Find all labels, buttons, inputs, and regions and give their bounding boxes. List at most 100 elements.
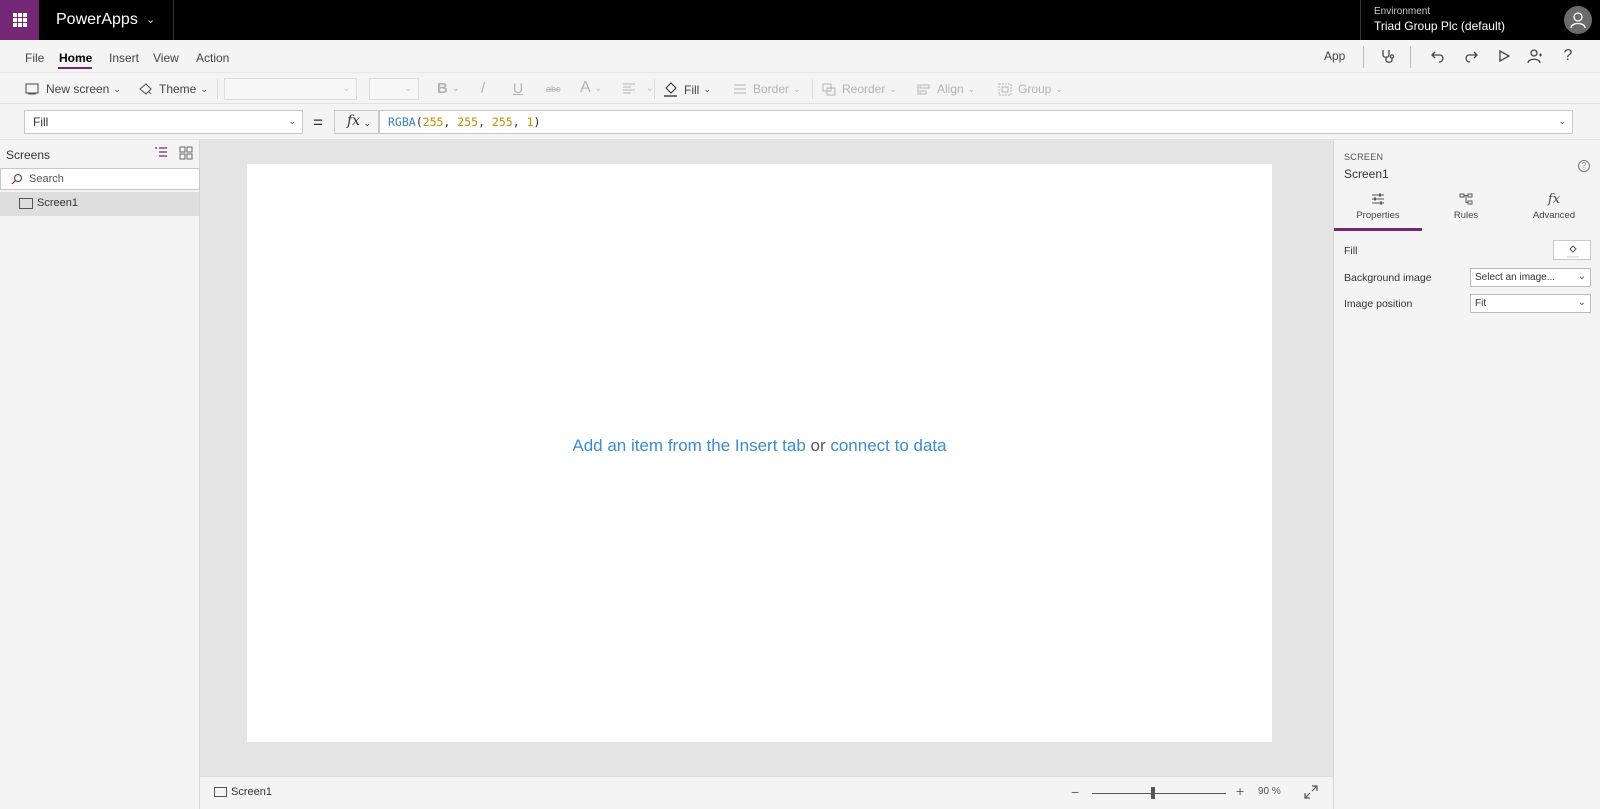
menu-action[interactable]: Action [196,51,229,65]
top-bar: PowerApps ⌄ Environment Triad Group Plc … [0,0,1600,40]
new-screen-icon [25,83,39,95]
chevron-down-icon: ⌄ [113,83,121,94]
reorder-button[interactable]: Reorder ⌄ [822,82,897,96]
formula-paren: ) [533,115,541,129]
chevron-down-icon: ⌄ [363,118,371,128]
reorder-label: Reorder [842,82,886,96]
font-color-button[interactable]: A ⌄ [580,79,602,97]
property-dropdown[interactable]: Fill ⌄ [24,110,303,134]
undo-icon[interactable] [1428,46,1448,66]
chevron-down-icon: ⌄ [404,83,412,93]
menu-insert[interactable]: Insert [109,51,139,65]
tab-properties[interactable]: Properties [1334,192,1422,228]
formula-comma: , [478,115,492,129]
fill-label: Fill [684,82,700,97]
zoom-out-button[interactable]: − [1071,784,1079,800]
formula-arg-alpha: 1 [526,115,534,129]
formula-arg-red: 255 [422,115,444,129]
selected-control-type: SCREEN [1344,152,1384,162]
chevron-down-icon[interactable]: ⌄ [146,13,155,26]
new-screen-button[interactable]: New screen ⌄ [25,82,121,96]
group-button[interactable]: Group ⌄ [998,82,1063,96]
menu-view[interactable]: View [153,51,179,65]
zoom-slider[interactable] [1092,793,1226,794]
border-icon [734,84,746,94]
app-name[interactable]: PowerApps [56,11,138,29]
connect-to-data-link[interactable]: connect to data [830,436,946,455]
function-picker-button[interactable]: fx ⌄ [334,110,379,134]
chevron-down-icon: ⌄ [1577,271,1586,282]
divider [217,79,218,99]
paint-bucket-icon [664,82,677,97]
play-icon[interactable] [1494,46,1514,66]
redo-icon[interactable] [1461,46,1481,66]
grid-view-icon[interactable] [179,146,195,162]
screen-list-item[interactable]: Screen1 [0,192,199,216]
search-icon [11,173,23,185]
waffle-icon [12,13,27,27]
stethoscope-icon[interactable] [1378,46,1398,66]
or-text: or [805,436,831,455]
fill-button[interactable]: Fill ⌄ [663,82,711,97]
align-text-icon [623,83,635,94]
chevron-down-icon: ⌄ [594,82,603,93]
app-settings-button[interactable]: App [1324,49,1345,63]
avatar[interactable] [1564,6,1592,34]
environment-picker[interactable]: Environment Triad Group Plc (default) [1374,6,1505,33]
zoom-slider-thumb[interactable] [1151,787,1155,799]
chevron-down-icon: ⌄ [646,82,654,93]
search-placeholder: Search [29,173,64,185]
help-icon[interactable]: ? [1578,160,1590,172]
fit-to-window-icon[interactable] [1304,785,1318,802]
image-position-dropdown[interactable]: Fit ⌄ [1470,294,1591,313]
theme-button[interactable]: Theme ⌄ [138,82,208,96]
chevron-down-icon: ⌄ [451,83,460,93]
properties-panel: SCREEN Screen1 ? Properties Rules fx Adv… [1333,140,1600,809]
italic-button[interactable]: / [481,80,485,97]
menu-home[interactable]: Home [59,51,92,65]
formula-bar: Fill ⌄ = fx ⌄ RGBA(255, 255, 255, 1) ⌄ [0,104,1600,140]
text-align-button[interactable]: ⌄ [622,82,654,94]
current-screen-indicator[interactable]: Screen1 [214,786,272,798]
background-image-dropdown[interactable]: Select an image... ⌄ [1470,268,1591,287]
font-size-dropdown[interactable]: ⌄ [369,78,419,100]
chevron-down-icon: ⌄ [1055,83,1063,94]
font-color-label: A [580,79,591,96]
fill-label: Fill [1344,245,1358,257]
menu-bar [0,40,1600,72]
new-screen-label: New screen [46,82,110,96]
app-launcher-button[interactable] [0,0,39,40]
formula-arg-blue: 255 [491,115,513,129]
border-button[interactable]: Border ⌄ [733,82,801,96]
fill-color-picker[interactable] [1553,240,1591,260]
zoom-in-button[interactable]: + [1236,783,1244,799]
tab-label: Properties [1356,210,1400,221]
strikethrough-button[interactable]: abc [546,84,561,94]
group-label: Group [1018,82,1052,96]
font-family-dropdown[interactable]: ⌄ [224,78,357,100]
zoom-value: 90 % [1258,786,1281,797]
background-image-label: Background image [1344,272,1432,284]
screen-canvas[interactable]: Add an item from the Insert tab or conne… [247,164,1272,742]
background-image-value: Select an image... [1475,272,1556,283]
menu-file[interactable]: File [25,51,44,65]
formula-paren: ( [415,115,423,129]
underline-button[interactable]: U [513,80,523,96]
selected-control-name[interactable]: Screen1 [1344,167,1389,181]
user-icon[interactable] [1525,46,1545,66]
list-view-icon[interactable] [154,146,170,162]
bold-button[interactable]: B ⌄ [437,80,459,97]
align-button[interactable]: Align ⌄ [917,82,975,96]
search-input[interactable]: Search [0,168,200,190]
formula-input[interactable]: RGBA(255, 255, 255, 1) ⌄ [379,110,1573,134]
expand-formula-icon[interactable]: ⌄ [1558,116,1566,127]
equals-sign: = [313,113,323,132]
tab-rules[interactable]: Rules [1422,192,1510,228]
environment-label: Environment [1374,6,1431,17]
align-icon [917,83,930,95]
tab-advanced[interactable]: fx Advanced [1510,192,1598,228]
fx-icon: fx [347,113,361,129]
insert-tab-link[interactable]: Add an item from the Insert tab [572,436,805,455]
property-value: Fill [33,115,49,129]
help-icon[interactable]: ? [1558,46,1578,66]
